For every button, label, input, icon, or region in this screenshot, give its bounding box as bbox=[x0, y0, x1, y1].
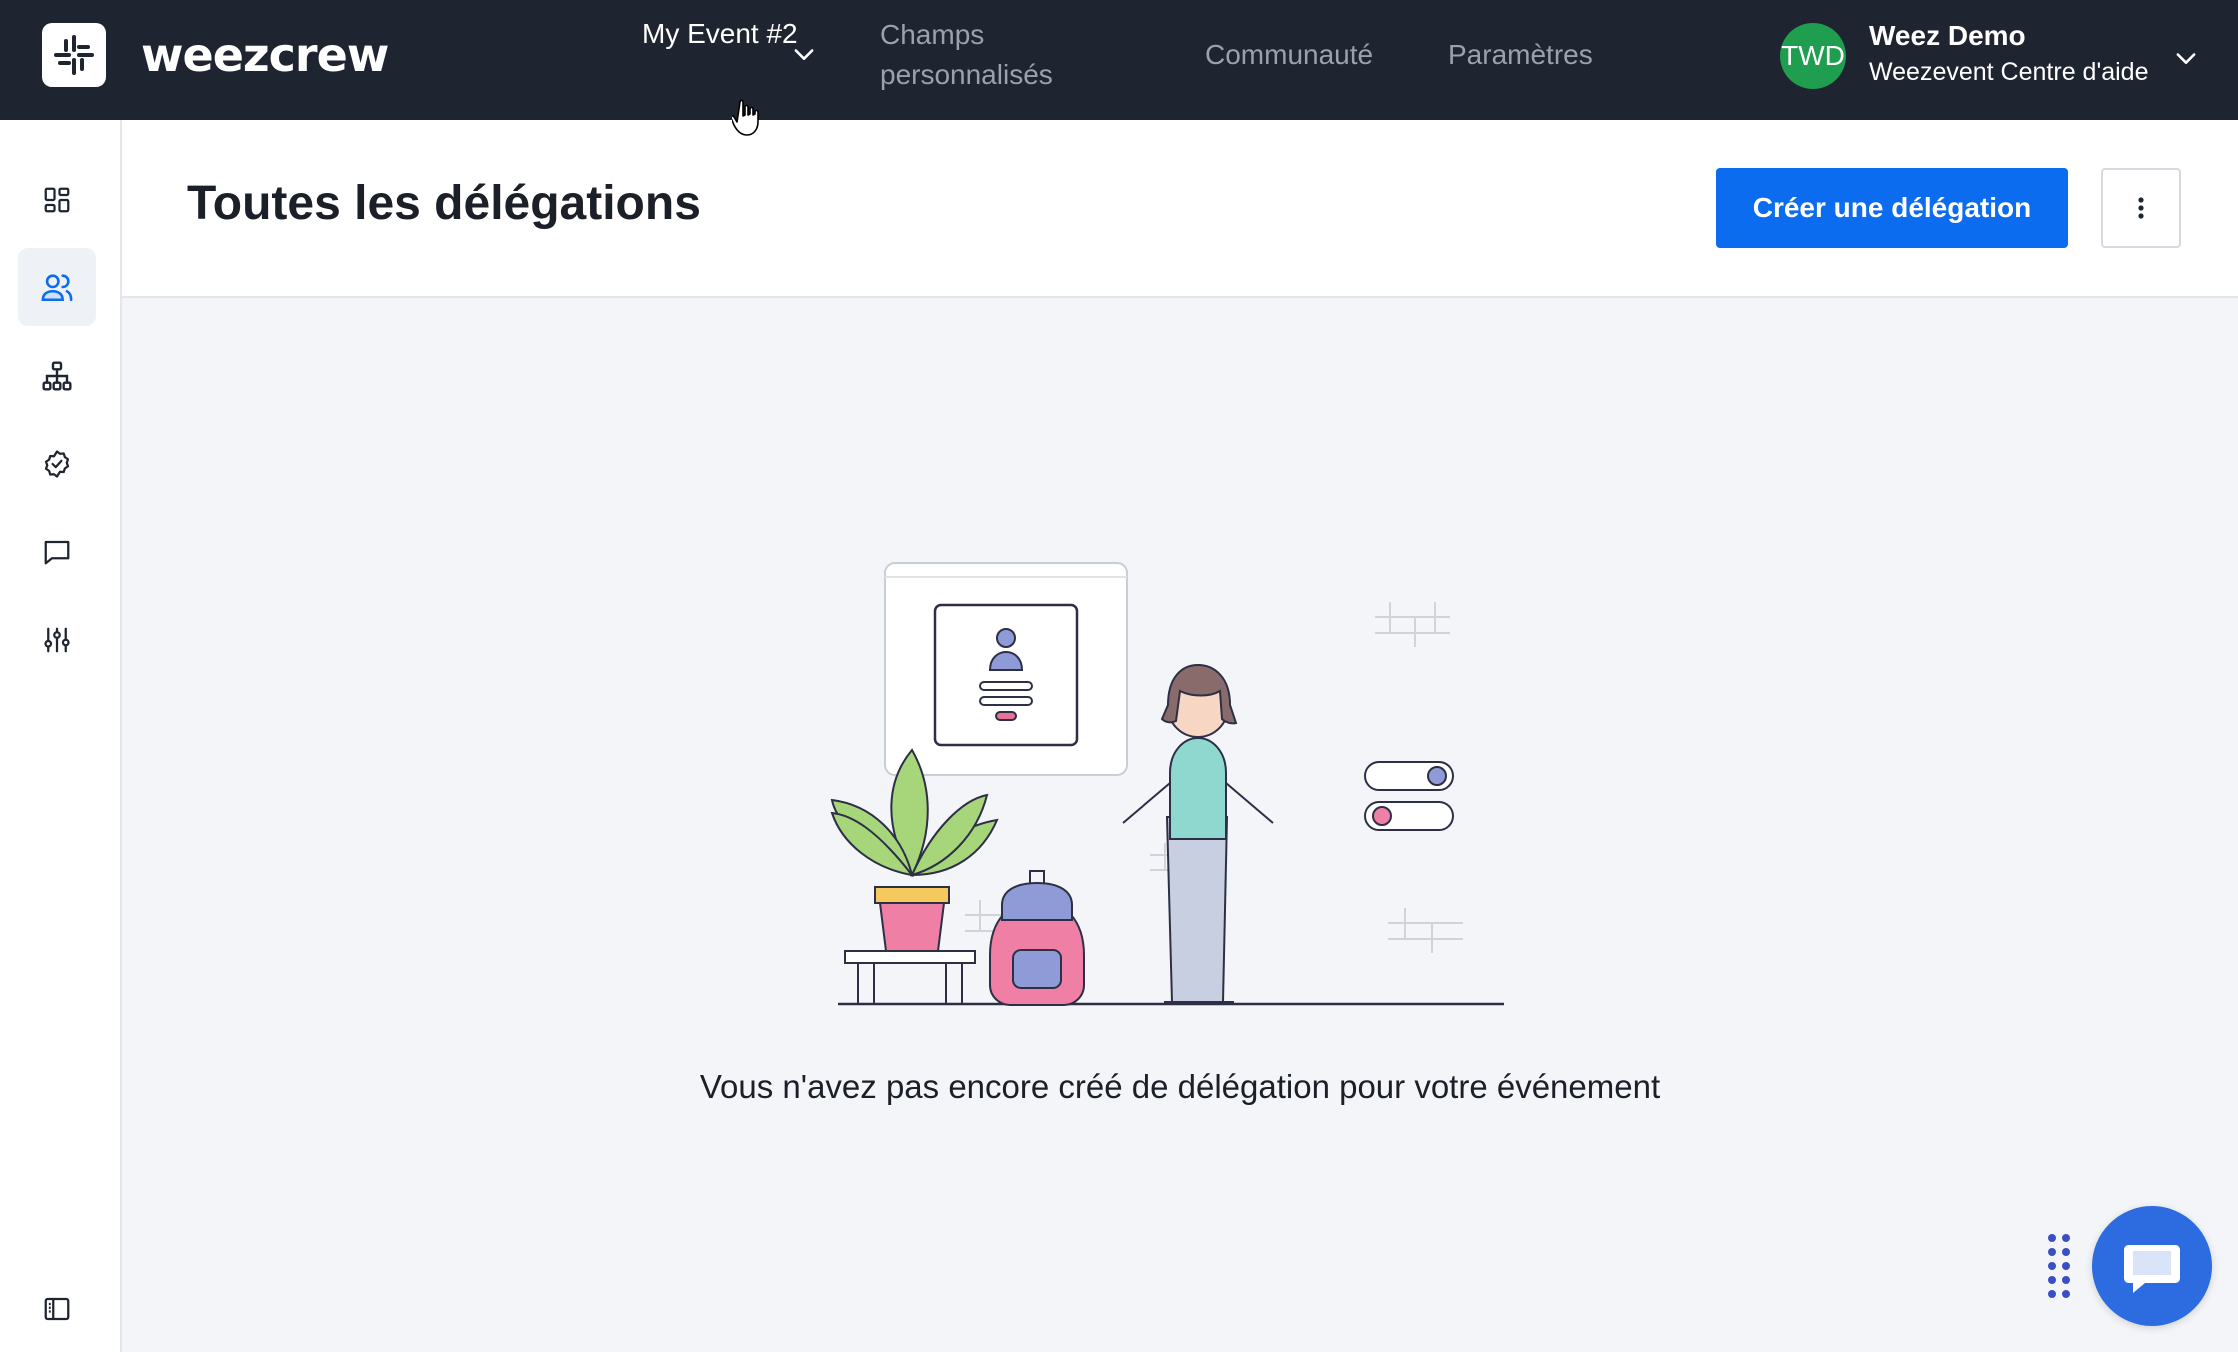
more-options-button[interactable] bbox=[2101, 168, 2181, 248]
empty-state-illustration bbox=[830, 562, 1504, 1006]
empty-state-message: Vous n'avez pas encore créé de délégatio… bbox=[699, 1068, 1661, 1105]
user-menu-chevron-icon[interactable] bbox=[2172, 44, 2200, 72]
drag-handle-icon[interactable] bbox=[2046, 1232, 2072, 1302]
sidebar-item-dashboard[interactable] bbox=[18, 161, 96, 239]
users-icon bbox=[41, 274, 73, 302]
panel-toggle-icon bbox=[44, 1297, 70, 1321]
sidebar-item-organization[interactable] bbox=[18, 337, 96, 415]
support-chat-button[interactable] bbox=[2092, 1206, 2212, 1326]
event-selector-label: My Event #2 bbox=[642, 18, 798, 49]
hand-cursor-icon bbox=[732, 99, 759, 136]
brand-name: weezcrew bbox=[141, 28, 389, 82]
page-header: Toutes les délégations Créer une délégat… bbox=[122, 120, 2238, 298]
sliders-icon bbox=[44, 627, 70, 653]
page-title: Toutes les délégations bbox=[187, 177, 701, 230]
sidebar-collapse-toggle[interactable] bbox=[18, 1270, 96, 1348]
user-avatar[interactable]: TWD bbox=[1780, 23, 1846, 89]
sidebar-item-validation[interactable] bbox=[18, 425, 96, 503]
chat-icon bbox=[2124, 1245, 2180, 1293]
sidebar-item-settings[interactable] bbox=[18, 601, 96, 679]
user-organization[interactable]: Weezevent Centre d'aide bbox=[1869, 58, 2148, 87]
sidebar bbox=[0, 120, 122, 1352]
nav-champs-personnalises[interactable]: Champs personnalisés bbox=[880, 15, 1100, 95]
org-chart-icon bbox=[42, 361, 72, 391]
user-name[interactable]: Weez Demo bbox=[1869, 20, 2026, 52]
sidebar-item-delegations[interactable] bbox=[18, 248, 96, 326]
top-navigation-bar: weezcrew My Event #2 Champs personnalisé… bbox=[0, 0, 2238, 120]
event-selector[interactable]: My Event #2 bbox=[642, 14, 822, 94]
more-vertical-icon bbox=[2138, 197, 2144, 219]
dashboard-icon bbox=[44, 187, 70, 213]
nav-communaute[interactable]: Communauté bbox=[1205, 35, 1373, 75]
weezcrew-logo-icon[interactable] bbox=[42, 23, 106, 87]
chat-bubble-icon bbox=[44, 540, 70, 565]
nav-parametres[interactable]: Paramètres bbox=[1448, 35, 1593, 75]
create-delegation-button[interactable]: Créer une délégation bbox=[1716, 168, 2068, 248]
check-badge-icon bbox=[44, 450, 70, 478]
chevron-down-icon bbox=[794, 49, 814, 60]
sidebar-item-messages[interactable] bbox=[18, 513, 96, 591]
